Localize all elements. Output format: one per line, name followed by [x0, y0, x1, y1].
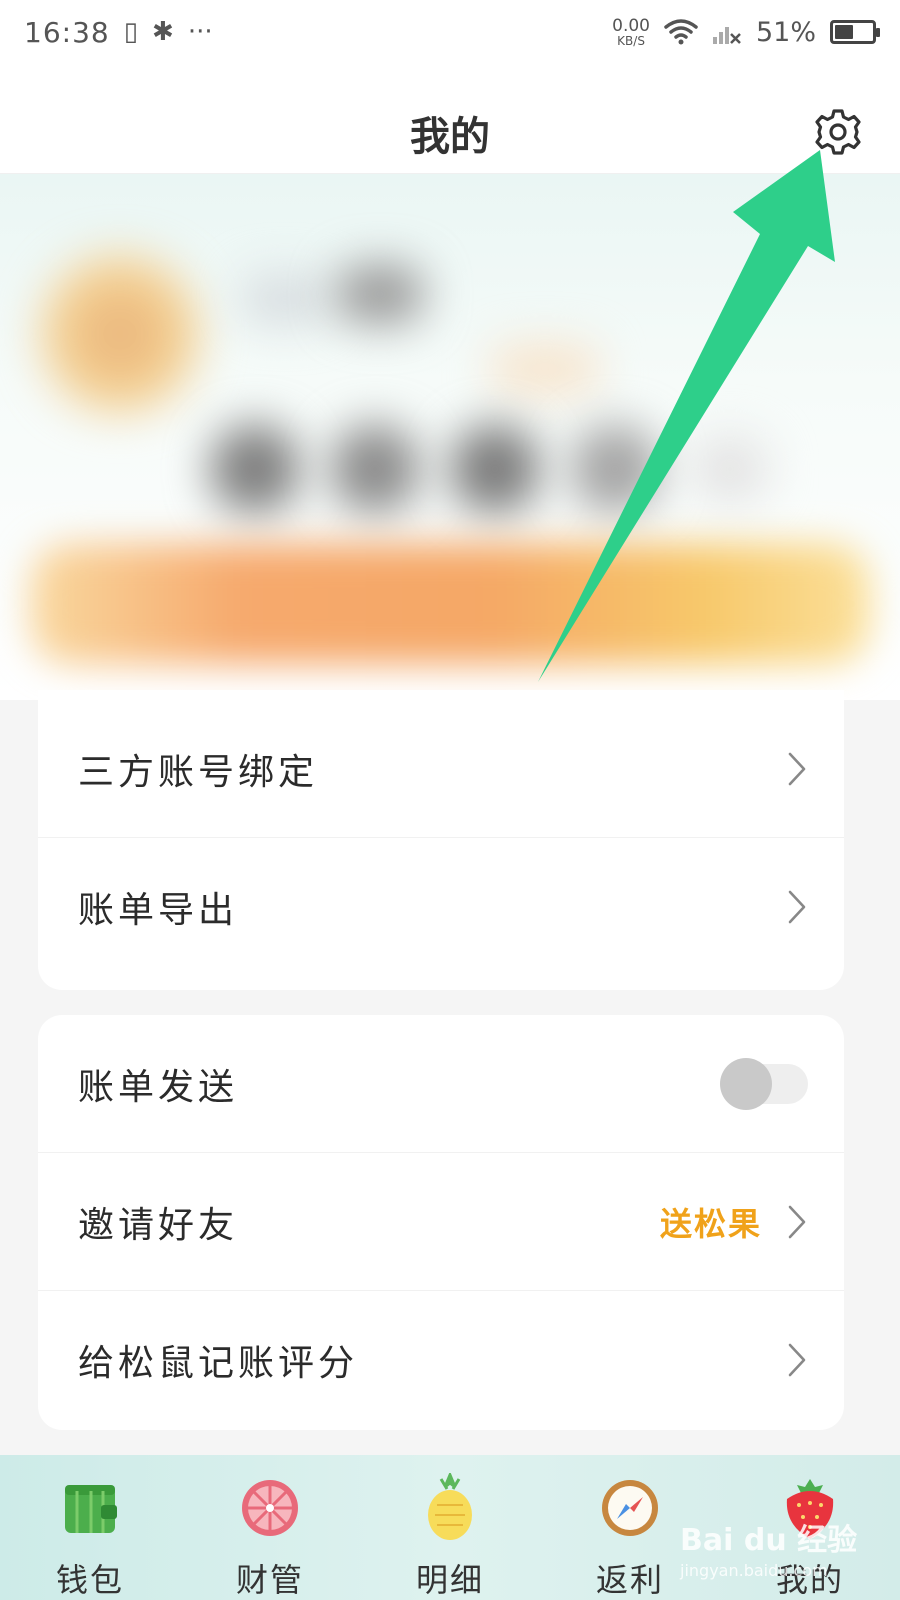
battery-fill	[835, 25, 854, 39]
network-speed: 0.00 KB/S	[612, 15, 650, 48]
chevron-right-icon	[784, 749, 810, 789]
menu-item-label: 账单发送	[78, 1066, 239, 1108]
chevron-right-icon	[784, 887, 810, 927]
settings-card-1: 三方账号绑定 账单导出	[38, 690, 844, 990]
profile-header-blurred	[0, 174, 900, 700]
nav-item-mine[interactable]: 我的	[735, 1473, 885, 1600]
nav-item-details[interactable]: 明细	[375, 1473, 525, 1600]
invite-reward-tag: 送松果	[659, 1204, 762, 1243]
status-right: 0.00 KB/S 51%	[612, 15, 880, 48]
nav-label: 我的	[775, 1561, 844, 1599]
grapefruit-icon	[235, 1473, 305, 1543]
status-time: 16:38	[24, 15, 110, 49]
nav-item-finance[interactable]: 财管	[195, 1473, 345, 1600]
avatar[interactable]	[40, 254, 200, 414]
menu-item-invite-friends[interactable]: 邀请好友 送松果	[38, 1153, 844, 1291]
username-blurred	[240, 274, 330, 324]
profile-tag-blurred	[490, 344, 600, 394]
menu-item-label: 三方账号绑定	[78, 751, 319, 793]
vibrate-icon: ▯	[123, 17, 139, 47]
more-notifications-icon: ···	[187, 17, 213, 47]
network-speed-value: 0.00	[612, 15, 650, 36]
nav-label: 返利	[595, 1561, 664, 1599]
battery-percent: 51%	[755, 16, 816, 48]
nav-label: 钱包	[55, 1561, 124, 1599]
bottom-nav: 钱包 财管 明细 返利 我的	[0, 1455, 900, 1600]
network-speed-unit: KB/S	[617, 33, 645, 48]
username-blurred-2	[335, 264, 425, 324]
nav-label: 财管	[235, 1561, 304, 1599]
menu-item-rate-app[interactable]: 给松鼠记账评分	[38, 1291, 844, 1429]
compass-icon	[595, 1473, 665, 1543]
strawberry-icon	[775, 1473, 845, 1543]
wallet-icon	[55, 1473, 125, 1543]
profile-stat-blurred	[330, 424, 420, 514]
pineapple-icon	[415, 1473, 485, 1543]
profile-stat-blurred	[210, 424, 300, 514]
menu-item-label: 账单导出	[78, 890, 239, 931]
bluetooth-icon: ✱	[152, 17, 174, 47]
menu-item-bill-send: 账单发送	[38, 1015, 844, 1153]
profile-stat-blurred	[570, 424, 660, 514]
menu-item-bill-export[interactable]: 账单导出	[38, 838, 844, 976]
profile-stat-blurred	[690, 434, 770, 504]
page-title: 我的	[410, 114, 490, 160]
wifi-icon	[664, 19, 698, 45]
settings-button[interactable]	[810, 104, 866, 160]
bill-send-toggle[interactable]	[720, 1057, 808, 1110]
promo-banner-blurred[interactable]	[30, 544, 870, 664]
chevron-right-icon	[784, 1202, 810, 1242]
settings-card-2: 账单发送 邀请好友 送松果 给松鼠记账评分	[38, 1015, 844, 1430]
menu-item-label: 给松鼠记账评分	[78, 1343, 359, 1384]
menu-item-third-party-binding[interactable]: 三方账号绑定	[38, 700, 844, 838]
nav-item-wallet[interactable]: 钱包	[15, 1473, 165, 1600]
battery-icon	[830, 20, 880, 44]
menu-item-label: 邀请好友	[78, 1204, 239, 1246]
status-bar: 16:38 ▯ ✱ ··· 0.00 KB/S 51%	[0, 0, 900, 64]
status-left: 16:38 ▯ ✱ ···	[24, 16, 213, 49]
title-bar: 我的	[0, 64, 900, 174]
nav-item-rebate[interactable]: 返利	[555, 1473, 705, 1600]
chevron-right-icon	[784, 1340, 810, 1380]
profile-stat-blurred	[450, 424, 540, 514]
gear-icon	[815, 109, 861, 155]
cellular-no-signal-icon	[712, 27, 741, 44]
toggle-knob	[720, 1057, 772, 1110]
nav-label: 明细	[415, 1561, 484, 1599]
